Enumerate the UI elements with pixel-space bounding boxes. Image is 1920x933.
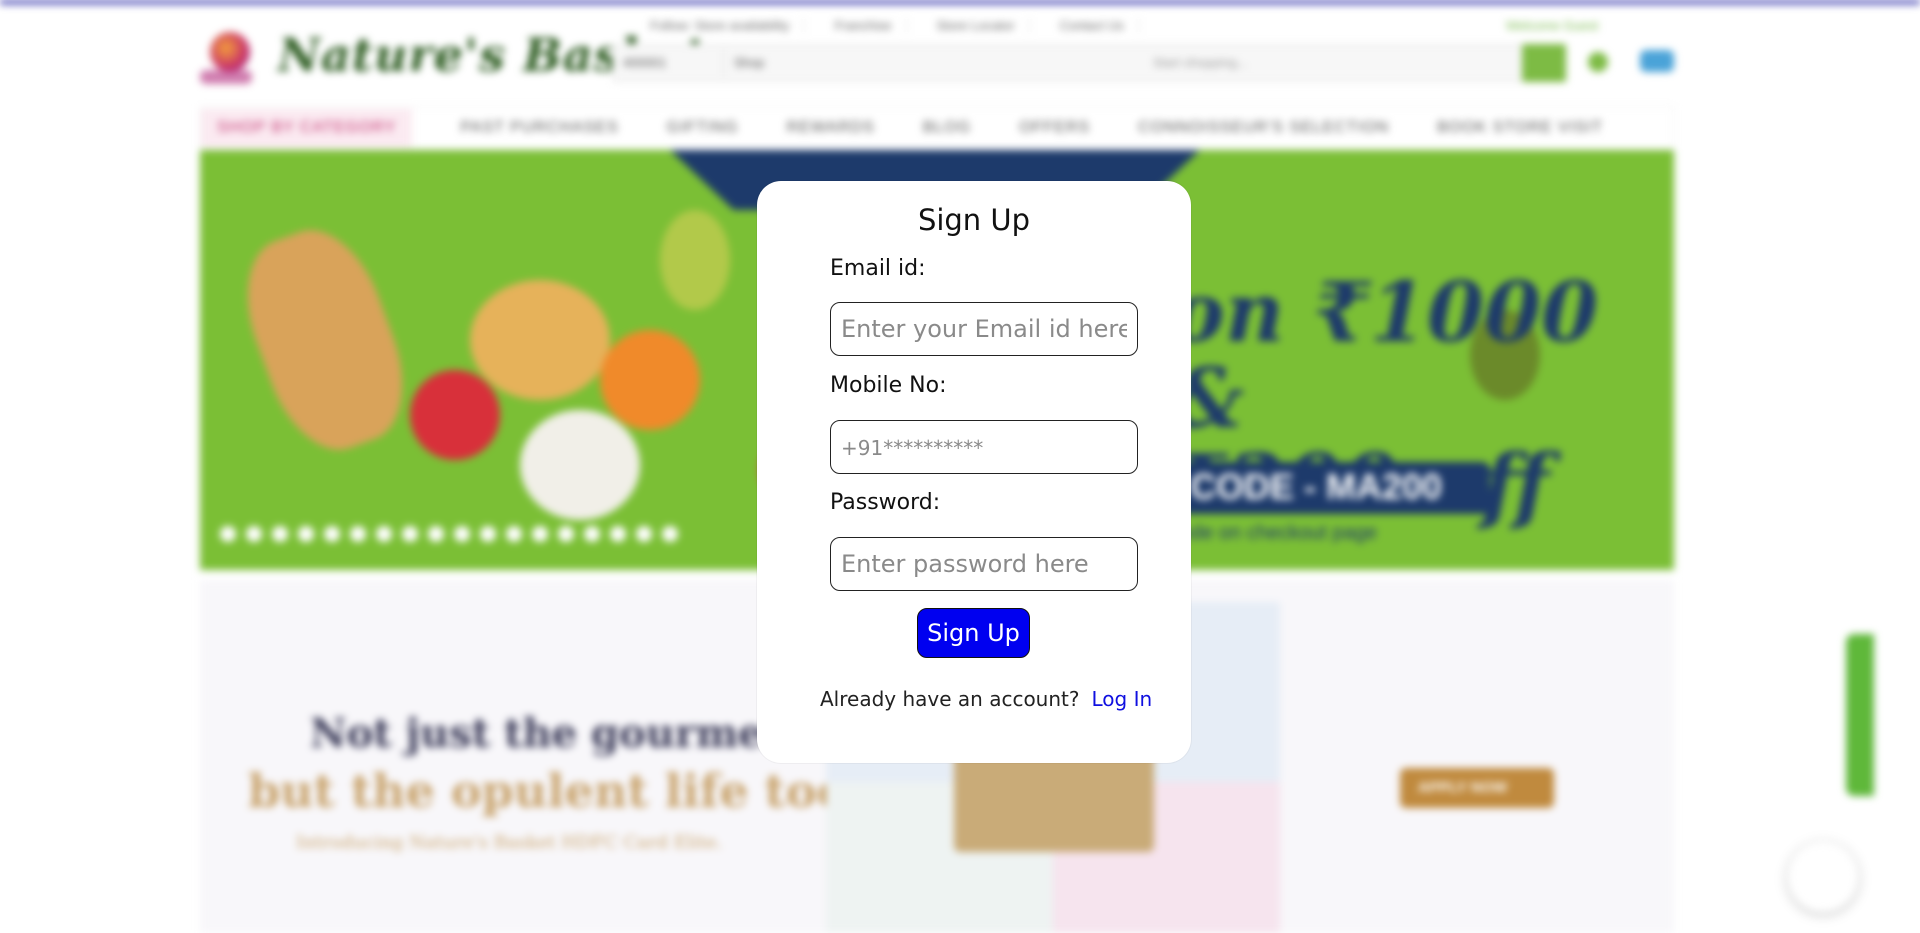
nav-item[interactable]: GIFTING xyxy=(667,119,739,137)
carousel-dot[interactable] xyxy=(506,526,522,542)
nav-item[interactable]: CONNOISSEUR'S SELECTION xyxy=(1138,119,1389,137)
carousel-dot[interactable] xyxy=(636,526,652,542)
carousel-dot[interactable] xyxy=(376,526,392,542)
carousel-dot[interactable] xyxy=(324,526,340,542)
promo-line-2: but the opulent life too. xyxy=(248,764,863,818)
carousel-dot[interactable] xyxy=(454,526,470,542)
user-icon[interactable] xyxy=(1588,52,1608,72)
signup-button[interactable]: Sign Up xyxy=(917,608,1030,658)
apply-now-button[interactable]: APPLY NOW xyxy=(1400,768,1554,808)
login-prompt-text: Already have an account? xyxy=(820,687,1080,711)
onion-image xyxy=(520,410,640,520)
promo-line-3: Introducing Nature's Basket HDFC Card El… xyxy=(296,832,723,853)
carousel-dot[interactable] xyxy=(402,526,418,542)
avocado-image xyxy=(660,210,730,310)
welcome-text: Welcome Guest xyxy=(1506,18,1599,33)
carousel-dots[interactable] xyxy=(220,526,678,542)
bread-image xyxy=(470,280,610,400)
nav-shop-by-category[interactable]: SHOP BY CATEGORY xyxy=(201,109,413,147)
carousel-dot[interactable] xyxy=(662,526,678,542)
nav-item[interactable]: PAST PURCHASES xyxy=(460,119,618,137)
modal-title: Sign Up xyxy=(917,203,1031,237)
search-bar[interactable]: 400001 Shop Start shopping... xyxy=(612,44,1532,82)
orange-image xyxy=(600,330,700,430)
mobile-field[interactable] xyxy=(830,420,1138,474)
password-label: Password: xyxy=(830,490,941,515)
carousel-dot[interactable] xyxy=(246,526,262,542)
top-link[interactable]: Store Locator xyxy=(937,18,1030,33)
carousel-dot[interactable] xyxy=(272,526,288,542)
promo-line-1: Not just the gourmet, xyxy=(310,710,797,757)
location-pin-label[interactable]: 400001 xyxy=(623,55,666,70)
top-link[interactable]: Franchise xyxy=(834,18,907,33)
main-nav: SHOP BY CATEGORY PAST PURCHASES GIFTING … xyxy=(200,106,1674,150)
nav-item[interactable]: OFFERS xyxy=(1019,119,1090,137)
hero-headline-line: on ₹1000 & xyxy=(1170,265,1599,448)
top-accent-bar xyxy=(0,0,1920,4)
search-icon[interactable] xyxy=(1522,44,1566,82)
carousel-dot[interactable] xyxy=(220,526,236,542)
carousel-dot[interactable] xyxy=(298,526,314,542)
chat-icon[interactable] xyxy=(1788,842,1858,912)
shop-select[interactable]: Shop xyxy=(723,49,823,77)
carousel-dot[interactable] xyxy=(428,526,444,542)
signup-modal: Sign Up Email id: Mobile No: Password: S… xyxy=(757,181,1191,763)
login-link[interactable]: Log In xyxy=(1091,687,1152,711)
top-link[interactable]: Contact Us xyxy=(1060,18,1139,33)
brand-logo-icon[interactable] xyxy=(200,26,266,88)
password-field[interactable] xyxy=(830,537,1138,591)
promo-code-badge: CODE - MA200 xyxy=(1160,462,1490,514)
login-prompt: Already have an account? Log In xyxy=(820,687,1152,711)
carousel-dot[interactable] xyxy=(558,526,574,542)
nav-item[interactable]: BOOK STORE VISIT xyxy=(1437,119,1603,137)
tomato-image xyxy=(410,370,500,460)
bread-image xyxy=(226,214,424,466)
top-link[interactable]: Follow: Store availability xyxy=(650,18,805,33)
search-input[interactable]: Start shopping... xyxy=(1153,55,1248,70)
side-feedback-tab[interactable] xyxy=(1846,634,1874,796)
carousel-dot[interactable] xyxy=(610,526,626,542)
hero-subtext: code on checkout page xyxy=(1170,522,1377,544)
email-field[interactable] xyxy=(830,302,1138,356)
email-label: Email id: xyxy=(830,256,926,281)
carousel-dot[interactable] xyxy=(584,526,600,542)
top-links: Follow: Store availability Franchise Sto… xyxy=(650,18,1139,33)
nav-item[interactable]: REWARDS xyxy=(787,119,875,137)
mobile-label: Mobile No: xyxy=(830,373,947,398)
nav-item[interactable]: BLOG xyxy=(923,119,971,137)
carousel-dot[interactable] xyxy=(480,526,496,542)
cart-icon[interactable] xyxy=(1640,50,1674,72)
carousel-dot[interactable] xyxy=(532,526,548,542)
carousel-dot[interactable] xyxy=(350,526,366,542)
